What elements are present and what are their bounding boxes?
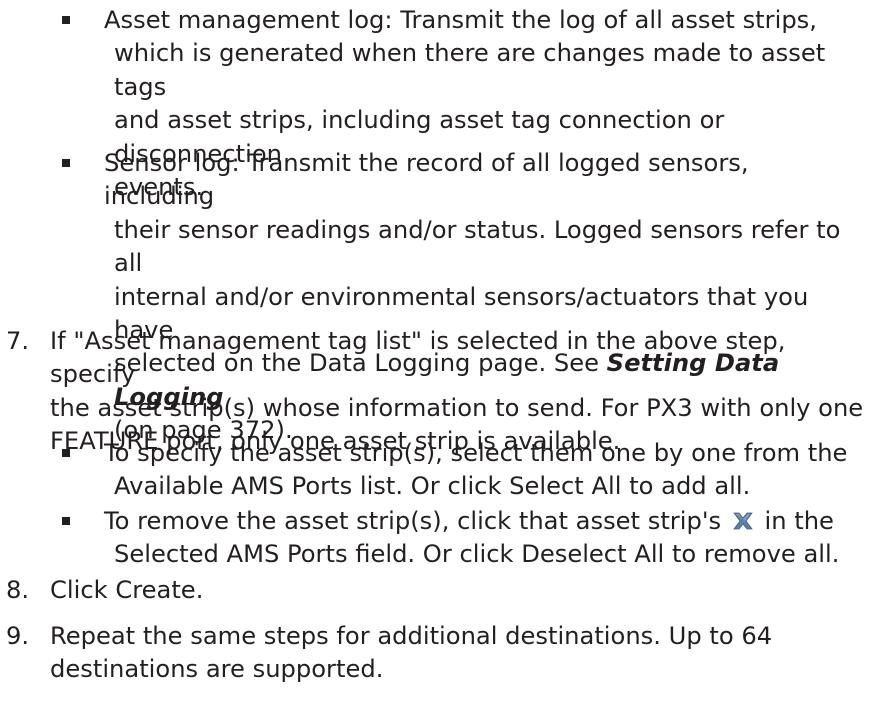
text-fragment: in the [764, 507, 834, 535]
text-line: Asset management log: Transmit the log o… [104, 6, 817, 34]
step-8: 8. Click Create. [6, 574, 866, 607]
bullet-marker [62, 517, 70, 525]
step-9: 9. Repeat the same steps for additional … [6, 620, 866, 687]
text-line: which is generated when there are change… [114, 39, 826, 101]
bullet-marker [62, 449, 70, 457]
text-line: If "Asset management tag list" is select… [50, 327, 786, 389]
bullet-specify-asset-strips: To specify the asset strip(s), select th… [62, 437, 862, 504]
bullet-marker [62, 159, 70, 167]
text-line: Sensor log: Transmit the record of all l… [104, 149, 749, 211]
remove-x-icon [731, 507, 755, 530]
bullet-remove-asset-strips: To remove the asset strip(s), click that… [62, 505, 862, 572]
text-line: To remove the asset strip(s), click that… [104, 505, 862, 538]
text-line: Available AMS Ports list. Or click Selec… [114, 472, 751, 501]
text-fragment: To remove the asset strip(s), click that… [104, 507, 722, 535]
text-line: Selected AMS Ports field. Or click Desel… [114, 540, 840, 569]
text-line: their sensor readings and/or status. Log… [114, 215, 841, 278]
text-line: the asset strip(s) whose information to … [50, 393, 864, 422]
step-number: 8. [6, 576, 30, 604]
text-line: To specify the asset strip(s), select th… [104, 439, 848, 467]
text-line: destinations are supported. [50, 655, 384, 684]
step-number: 7. [6, 327, 30, 355]
text-line: Click Create. [50, 576, 204, 604]
bullet-marker [62, 16, 70, 24]
document-page: Asset management log: Transmit the log o… [0, 0, 876, 701]
step-number: 9. [6, 622, 30, 650]
text-line: Repeat the same steps for additional des… [50, 622, 773, 650]
